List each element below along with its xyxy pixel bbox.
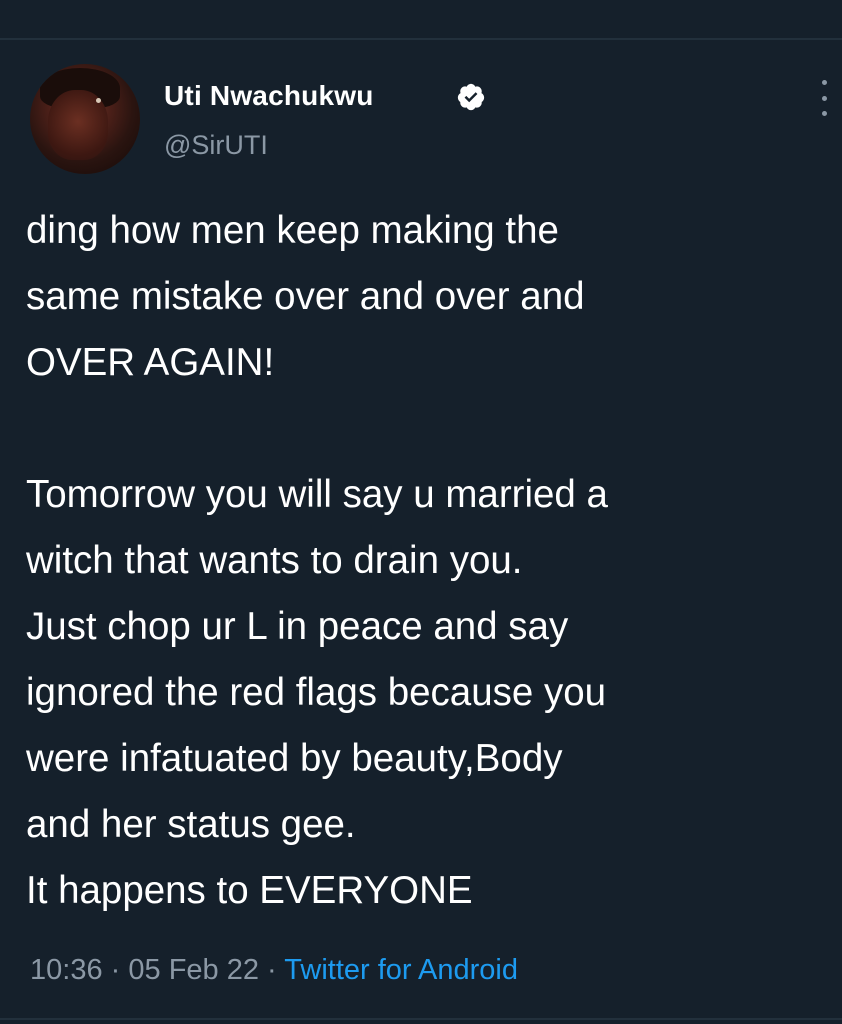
tweet-line: ding how men keep making the [26, 209, 559, 252]
tweet-line: witch that wants to drain you. [26, 539, 523, 582]
tweet-line: Tomorrow you will say u married a [26, 473, 608, 516]
tweet-line: and her status gee. [26, 803, 356, 846]
tweet-line: OVER AGAIN! [26, 341, 275, 384]
top-divider [0, 38, 842, 40]
tweet-time[interactable]: 10:36 [30, 954, 103, 986]
more-dot [821, 80, 827, 85]
user-handle[interactable]: @SirUTI [164, 130, 268, 161]
tweet-metadata: 10:36 · 05 Feb 22 · Twitter for Android [30, 954, 518, 987]
avatar-glint [96, 98, 101, 103]
display-name[interactable]: Uti Nwachukwu [164, 80, 374, 112]
tweet-line: Just chop ur L in peace and say [26, 605, 569, 648]
tweet-text: ding how men keep making the same mistak… [26, 198, 832, 924]
bottom-divider [0, 1018, 842, 1020]
meta-separator: · [110, 954, 121, 986]
tweet-source-link[interactable]: Twitter for Android [284, 954, 518, 986]
more-options-icon[interactable] [814, 80, 834, 116]
more-dot [821, 111, 827, 116]
meta-separator: · [267, 954, 277, 986]
tweet-screen: Uti Nwachukwu @SirUTI ding how men keep … [0, 0, 842, 1024]
tweet-line: same mistake over and over and [26, 275, 585, 318]
avatar[interactable] [30, 64, 140, 174]
verified-badge-icon [457, 83, 485, 111]
tweet-line: ignored the red flags because you [26, 671, 607, 714]
more-dot [821, 95, 827, 101]
tweet-line: It happens to EVERYONE [26, 869, 473, 912]
tweet-line: were infatuated by beauty,Body [26, 737, 563, 780]
tweet-date[interactable]: 05 Feb 22 [128, 954, 259, 986]
